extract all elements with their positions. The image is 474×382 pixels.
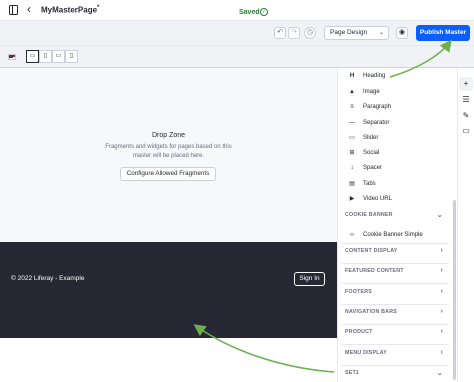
paragraph-icon: ≡ <box>350 104 354 110</box>
divider <box>341 344 449 345</box>
app-bar: ‹ MyMasterPage* <box>0 0 474 21</box>
portrait-phone-view-button[interactable]: ▯ <box>65 50 78 63</box>
history-button[interactable]: ◷ <box>304 27 316 39</box>
section-set1[interactable]: SET1 ⌄ <box>345 370 445 382</box>
chevron-right-icon: › <box>440 349 443 356</box>
structure-tree-icon[interactable]: ☰ <box>459 93 473 107</box>
section-menu-display[interactable]: MENU DISPLAY › <box>345 349 445 362</box>
spacer-icon: ↕ <box>350 165 354 171</box>
sign-in-button[interactable]: Sign In <box>294 272 325 286</box>
divider <box>341 324 449 325</box>
landscape-phone-view-button[interactable]: ▭ <box>52 50 65 63</box>
heading-icon: H <box>349 73 355 79</box>
paint-brush-icon[interactable]: ✎ <box>459 109 473 123</box>
undo-button[interactable]: ↶ <box>274 27 286 39</box>
section-content-display[interactable]: CONTENT DISPLAY › <box>345 247 445 260</box>
slider-icon: ▭ <box>349 135 355 141</box>
image-icon: ▲ <box>349 89 355 95</box>
page-design-select[interactable]: Page Design ⌄ <box>324 26 389 40</box>
section-product[interactable]: PRODUCT › <box>345 328 445 341</box>
divider <box>341 243 449 244</box>
social-icon: ⊞ <box>349 150 355 156</box>
divider <box>341 365 449 366</box>
add-fragment-plus-icon[interactable]: + <box>459 77 473 91</box>
divider <box>341 263 449 264</box>
publish-master-button[interactable]: Publish Master <box>416 25 470 41</box>
comments-icon[interactable]: ▭ <box>459 124 473 138</box>
redo-button[interactable]: ↷ <box>288 27 300 39</box>
drop-zone-title: Drop Zone <box>151 132 186 139</box>
check-circle-icon: ✓ <box>260 8 268 16</box>
language-flag-icon[interactable] <box>8 54 16 60</box>
page-title: MyMasterPage* <box>41 5 100 15</box>
back-arrow-icon[interactable]: ‹ <box>27 3 31 15</box>
chevron-right-icon: › <box>440 308 443 315</box>
footer-copyright: © 2022 Liferay - Example <box>11 275 85 282</box>
section-footers[interactable]: FOOTERS › <box>345 288 445 301</box>
tabs-icon: ▤ <box>349 181 355 187</box>
chevron-down-icon: ⌄ <box>436 212 443 219</box>
sidebar-toggle-icon[interactable] <box>9 5 18 15</box>
chevron-down-icon: ⌄ <box>378 30 384 36</box>
divider <box>341 283 449 284</box>
drop-zone-description: Fragments and widgets for pages based on… <box>105 144 232 159</box>
page-footer <box>0 242 337 338</box>
saved-status: Saved <box>239 9 260 16</box>
preview-eye-button[interactable]: ◉ <box>396 27 408 39</box>
section-featured-content[interactable]: FEATURED CONTENT › <box>345 267 445 280</box>
desktop-view-button[interactable]: ▭ <box>26 50 39 63</box>
chevron-down-icon: ⌄ <box>436 370 443 377</box>
chevron-right-icon: › <box>440 247 443 254</box>
section-cookie-banner[interactable]: COOKIE BANNER ⌄ <box>345 212 445 224</box>
code-icon: ‹› <box>350 232 354 238</box>
tablet-view-button[interactable]: ▯ <box>39 50 52 63</box>
separator-icon: — <box>349 120 355 126</box>
chevron-right-icon: › <box>440 267 443 274</box>
panel-scrollbar[interactable] <box>453 200 456 380</box>
chevron-right-icon: › <box>440 328 443 335</box>
video-icon: ▶ <box>349 196 355 202</box>
configure-allowed-fragments-button[interactable]: Configure Allowed Fragments <box>120 167 216 181</box>
section-navigation-bars[interactable]: NAVIGATION BARS › <box>345 308 445 321</box>
divider <box>341 304 449 305</box>
chevron-right-icon: › <box>440 288 443 295</box>
